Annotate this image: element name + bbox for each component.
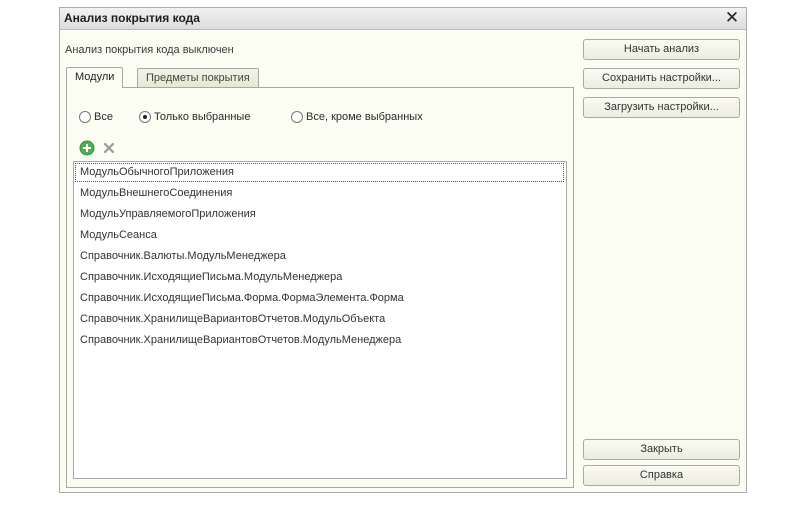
tab-coverage-items[interactable]: Предметы покрытия (137, 68, 259, 87)
radio-all[interactable]: Все (79, 111, 113, 123)
title-bar[interactable]: Анализ покрытия кода ✕ (60, 8, 746, 30)
radio-only-selected-circle (139, 111, 151, 123)
radio-only-selected[interactable]: Только выбранные (139, 111, 250, 123)
load-settings-button[interactable]: Загрузить настройки... (583, 97, 740, 118)
save-settings-button[interactable]: Сохранить настройки... (583, 68, 740, 89)
close-icon[interactable]: ✕ (723, 8, 741, 28)
list-item[interactable]: МодульВнешнегоСоединения (75, 184, 564, 203)
add-icon[interactable] (79, 140, 95, 156)
radio-all-circle (79, 111, 91, 123)
radio-all-except-selected[interactable]: Все, кроме выбранных (291, 111, 423, 123)
tab-modules[interactable]: Модули (66, 67, 124, 88)
list-item[interactable]: Справочник.ИсходящиеПисьма.Форма.ФормаЭл… (75, 289, 564, 308)
start-analysis-button[interactable]: Начать анализ (583, 39, 740, 60)
help-button[interactable]: Справка (583, 465, 740, 486)
list-item[interactable]: Справочник.Валюты.МодульМенеджера (75, 247, 564, 266)
list-item[interactable]: Справочник.ХранилищеВариантовОтчетов.Мод… (75, 331, 564, 350)
coverage-status-text: Анализ покрытия кода выключен (65, 44, 234, 56)
modules-tab-panel: Все Только выбранные Все, кроме выбранны… (66, 87, 574, 488)
close-button[interactable]: Закрыть (583, 439, 740, 460)
coverage-analysis-window: Анализ покрытия кода ✕ Анализ покрытия к… (59, 7, 747, 493)
radio-all-except-selected-circle (291, 111, 303, 123)
modules-list[interactable]: МодульОбычногоПриложения МодульВнешнегоС… (73, 161, 567, 479)
list-item[interactable]: МодульОбычногоПриложения (75, 163, 564, 182)
list-item[interactable]: МодульСеанса (75, 226, 564, 245)
radio-all-label: Все (94, 111, 113, 123)
window-title: Анализ покрытия кода (64, 11, 200, 25)
list-item[interactable]: МодульУправляемогоПриложения (75, 205, 564, 224)
radio-only-selected-label: Только выбранные (154, 111, 251, 123)
list-item[interactable]: Справочник.ИсходящиеПисьма.МодульМенедже… (75, 268, 564, 287)
delete-icon[interactable] (101, 140, 117, 156)
radio-all-except-selected-label: Все, кроме выбранных (306, 111, 423, 123)
list-item[interactable]: Справочник.ХранилищеВариантовОтчетов.Мод… (75, 310, 564, 329)
